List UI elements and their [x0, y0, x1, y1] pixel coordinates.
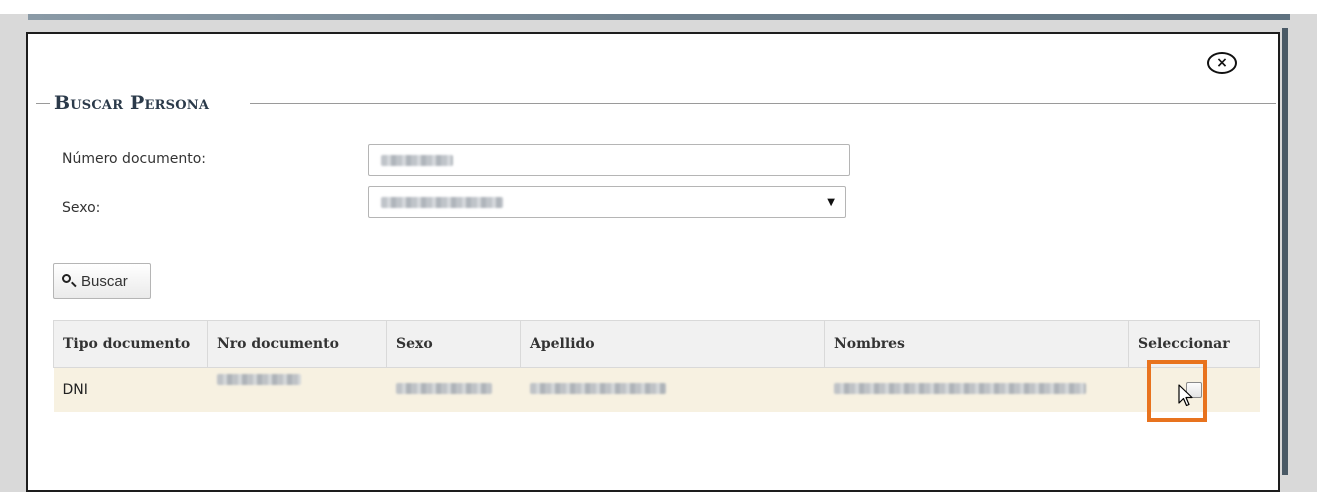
doc-number-label: Número documento:	[62, 151, 206, 167]
sex-label: Sexo:	[62, 200, 101, 216]
close-icon: ×	[1216, 55, 1228, 71]
cell-apellido	[520, 367, 825, 412]
backdrop-top	[0, 0, 1317, 14]
header-apellido: Apellido	[520, 320, 825, 368]
redacted-value	[381, 154, 453, 166]
cell-nombres	[824, 367, 1129, 412]
header-nro-documento: Nro documento	[207, 320, 387, 368]
search-icon	[62, 274, 77, 288]
cell-tipo: DNI	[53, 367, 208, 412]
backdrop-scrollbar	[1282, 28, 1288, 475]
mouse-pointer-icon	[1178, 384, 1193, 407]
chevron-down-icon: ▼	[827, 197, 835, 208]
backdrop-strip	[28, 14, 1290, 20]
search-button-label: Buscar	[81, 272, 128, 290]
fieldset-legend: Buscar Persona	[50, 92, 214, 114]
redacted-value	[529, 383, 666, 394]
redacted-value	[381, 196, 503, 208]
cell-nro	[207, 367, 387, 412]
redacted-value	[395, 383, 492, 394]
header-tipo-documento: Tipo documento	[53, 320, 208, 368]
highlight-box	[1147, 360, 1207, 422]
redacted-value	[216, 374, 301, 385]
search-button[interactable]: Buscar	[53, 263, 151, 299]
doc-number-input[interactable]	[368, 144, 850, 176]
close-button[interactable]: ×	[1207, 52, 1237, 74]
fieldset-border-right	[250, 103, 1276, 104]
buscar-persona-modal: × Buscar Persona Número documento: Sexo:…	[26, 32, 1280, 492]
header-sexo: Sexo	[386, 320, 521, 368]
sex-select[interactable]: ▼	[368, 186, 846, 218]
redacted-value	[833, 383, 1086, 394]
results-table: Tipo documento Nro documento Sexo Apelli…	[53, 320, 1260, 412]
table-header-row: Tipo documento Nro documento Sexo Apelli…	[53, 320, 1260, 368]
header-nombres: Nombres	[824, 320, 1129, 368]
cell-sexo	[386, 367, 521, 412]
table-row: DNI	[53, 367, 1260, 412]
